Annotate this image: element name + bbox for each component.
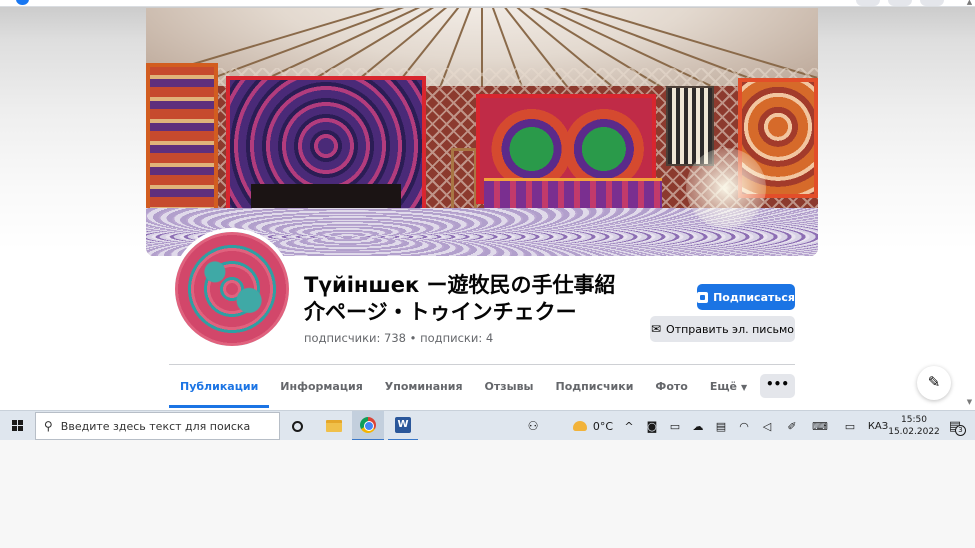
browser-viewport: Түйіншек ー遊牧民の手仕事紹介ページ・トゥインチェクー подписчи…	[0, 0, 975, 410]
notification-count-badge: 3	[955, 425, 966, 436]
start-button[interactable]	[4, 411, 32, 441]
wooden-chair	[451, 148, 477, 210]
compose-message-icon[interactable]: ✎	[917, 366, 951, 400]
cortana-icon	[291, 420, 303, 432]
menu-icon[interactable]	[856, 0, 880, 6]
scroll-down-arrow-icon[interactable]: ▼	[964, 398, 975, 408]
follower-stats: подписчики: 738 • подписки: 4	[304, 331, 493, 345]
battery-icon[interactable]: ▭	[665, 411, 685, 441]
more-options-button[interactable]: •••	[760, 374, 795, 398]
clock-date: 15.02.2022	[888, 427, 940, 437]
cortana-button[interactable]	[285, 411, 309, 441]
black-panel	[251, 184, 401, 210]
windows-taskbar: ⚲ Введите здесь текст для поиска W ⚇ 0°C…	[0, 410, 975, 441]
people-icon[interactable]: ⚇	[522, 411, 544, 441]
facebook-top-bar	[0, 0, 975, 7]
windows-logo-icon	[12, 420, 24, 432]
printer-icon[interactable]: ▤	[711, 411, 731, 441]
taskbar-search-box[interactable]: ⚲ Введите здесь текст для поиска	[35, 412, 280, 440]
weather-widget[interactable]: 0°C	[570, 411, 616, 441]
tab-photos[interactable]: Фото	[644, 368, 698, 408]
word-icon: W	[395, 417, 411, 433]
envelope-icon: ✉	[650, 322, 662, 336]
folder-icon	[326, 420, 342, 432]
tab-mentions[interactable]: Упоминания	[374, 368, 474, 408]
stats-separator: •	[409, 331, 417, 345]
scroll-up-arrow-icon[interactable]: ▲	[964, 0, 975, 8]
tab-posts[interactable]: Публикации	[169, 368, 270, 408]
tab-more[interactable]: Ещё ▼	[699, 368, 758, 408]
messenger-icon[interactable]	[888, 0, 912, 6]
empty-area	[0, 440, 975, 548]
tab-reviews[interactable]: Отзывы	[474, 368, 545, 408]
volume-icon[interactable]: ◁	[757, 411, 777, 441]
tab-about[interactable]: Информация	[269, 368, 374, 408]
page-title: Түйіншек ー遊牧民の手仕事紹介ページ・トゥインチェクー	[304, 273, 616, 324]
file-explorer-button[interactable]	[320, 411, 348, 441]
profile-picture[interactable]	[171, 228, 293, 350]
wifi-icon[interactable]: ◠	[734, 411, 754, 441]
doorway-light	[686, 148, 766, 228]
tab-followers[interactable]: Подписчики	[545, 368, 645, 408]
word-taskbar-button[interactable]: W	[388, 411, 418, 441]
subscribe-icon	[697, 291, 709, 303]
search-placeholder: Введите здесь текст для поиска	[60, 419, 251, 433]
desktop-mode-icon[interactable]: ▭	[840, 411, 860, 441]
send-email-button[interactable]: ✉ Отправить эл. письмо	[650, 316, 795, 342]
weather-temperature: 0°C	[592, 419, 614, 433]
followers-count-link[interactable]: подписчики: 738	[304, 331, 406, 345]
cover-photo[interactable]	[146, 8, 818, 256]
tab-label: Ещё	[709, 380, 737, 393]
profile-tabs: Публикации Информация Упоминания Отзывы …	[169, 368, 758, 408]
clock-time: 15:50	[901, 415, 927, 425]
caret-down-icon: ▼	[740, 383, 748, 392]
onedrive-icon[interactable]: ☁	[688, 411, 708, 441]
send-email-label: Отправить эл. письмо	[666, 322, 795, 336]
subscribe-label: Подписаться	[713, 290, 795, 304]
system-clock[interactable]: 15:50 15.02.2022	[888, 411, 940, 441]
chrome-icon	[360, 417, 376, 433]
show-hidden-icons-chevron-icon[interactable]: ^	[620, 411, 638, 441]
bench-cushion	[484, 178, 662, 208]
input-language-indicator[interactable]: КАЗ	[866, 411, 890, 441]
tab-label: Упоминания	[384, 380, 463, 393]
profile-divider	[169, 364, 795, 365]
tab-label: Отзывы	[484, 380, 534, 393]
pen-icon[interactable]: ✐	[782, 411, 802, 441]
tab-label: Фото	[655, 380, 688, 393]
tab-label: Подписчики	[555, 380, 634, 393]
facebook-logo-icon[interactable]	[16, 0, 29, 5]
tab-label: Информация	[280, 380, 363, 393]
action-center-button[interactable]: ▤ 3	[942, 411, 968, 441]
notifications-icon[interactable]	[920, 0, 944, 6]
following-count-link[interactable]: подписки: 4	[420, 331, 493, 345]
webcam-icon[interactable]: ◙	[642, 411, 662, 441]
tab-label: Публикации	[180, 380, 259, 393]
search-icon: ⚲	[44, 419, 53, 433]
touch-keyboard-icon[interactable]: ⌨	[810, 411, 830, 441]
weather-cloud-sun-icon	[572, 421, 587, 431]
subscribe-button[interactable]: Подписаться	[697, 284, 795, 310]
chrome-taskbar-button[interactable]	[352, 411, 384, 441]
